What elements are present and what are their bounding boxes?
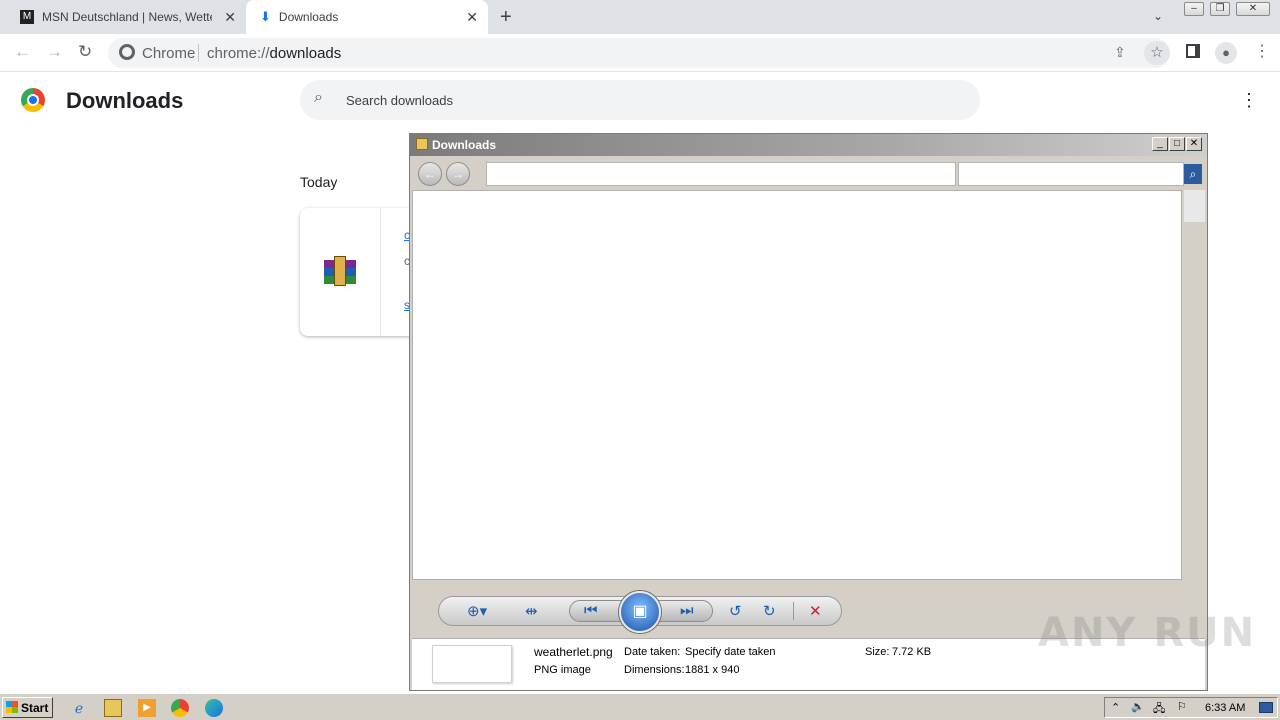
network-icon[interactable]: 🖧 [1153,700,1165,719]
slideshow-button[interactable]: ▣ [619,591,661,633]
tab-strip: M MSN Deutschland | News, Wetter, Sport … [0,0,1280,34]
file-name: weatherlet.png [534,645,613,659]
search-icon: ⌕ [314,89,323,106]
tab-downloads[interactable]: ⬇ Downloads ✕ [246,0,488,34]
card-divider [380,208,381,336]
date-taken-value[interactable]: Specify date taken [685,646,776,658]
folder-icon [416,138,428,150]
winrar-archive-icon [324,256,356,288]
control-divider [793,602,794,620]
file-type: PNG image [534,664,591,676]
windows-logo-icon [6,701,18,713]
profile-avatar-icon[interactable]: ● [1215,42,1237,64]
edge-icon[interactable] [205,699,223,717]
internet-explorer-icon[interactable]: ℯ [70,699,88,717]
taskbar: Start ℯ ▶ ⌃ 🔈 🖧 ⚐ 6:33 AM [0,693,1280,720]
photo-viewer-window: Downloads _ □ ✕ ← → ⌕ ⊕▾ ⇹ ⏮ ⏭ ▣ ↺ ↻ ✕ w… [409,133,1208,691]
omnibox-divider [198,44,199,62]
viewer-navigation-bar: ← → ⌕ [410,156,1207,190]
chrome-taskbar-icon[interactable] [171,699,189,717]
restore-window-button[interactable]: ❐ [1210,2,1230,16]
maximize-button[interactable]: □ [1169,137,1185,151]
side-panel-icon[interactable] [1186,44,1200,58]
file-explorer-icon[interactable] [104,699,122,717]
download-favicon-icon: ⬇ [260,9,271,24]
share-icon[interactable]: ⇪ [1114,44,1126,61]
close-tab-icon[interactable]: ✕ [466,9,478,26]
dimensions-label: Dimensions: [624,664,685,676]
more-actions-icon[interactable]: ⋮ [1240,90,1258,111]
volume-icon[interactable]: 🔈 [1131,700,1145,713]
chrome-site-icon [119,44,135,60]
url-text: chrome://downloads [207,45,342,62]
site-label: Chrome [142,45,196,62]
control-bar: ⊕▾ ⇹ ⏮ ⏭ ▣ ↺ ↻ ✕ [438,591,842,633]
window-titlebar[interactable]: Downloads _ □ ✕ [410,134,1207,156]
tab-search-chevron-icon[interactable]: ⌄ [1153,9,1163,23]
size-value: 7.72 KB [892,646,932,658]
tab-msn[interactable]: M MSN Deutschland | News, Wetter, Sport … [8,0,246,34]
action-center-flag-icon[interactable]: ⚐ [1177,700,1187,713]
start-label: Start [21,701,49,715]
clock[interactable]: 6:33 AM [1205,702,1245,714]
zoom-icon[interactable]: ⊕▾ [467,602,487,620]
image-canvas [412,190,1182,580]
media-player-icon[interactable]: ▶ [138,699,156,717]
close-tab-icon[interactable]: ✕ [224,9,236,26]
forward-arrow-icon[interactable]: → [446,162,470,186]
show-desktop-icon[interactable] [1259,702,1273,713]
msn-favicon-icon: M [20,10,34,24]
download-item-card: c c s [300,208,420,336]
delete-icon[interactable]: ✕ [809,602,822,620]
side-strip [1184,190,1205,222]
search-field[interactable] [958,162,1184,186]
address-bar[interactable]: Chrome chrome://downloads ⇪ ☆ [108,38,1170,68]
image-thumbnail [432,645,512,683]
dimensions-value: 1881 x 940 [685,664,740,676]
close-window-button[interactable]: ✕ [1236,2,1270,16]
new-tab-button[interactable]: + [500,6,512,29]
previous-icon[interactable]: ⏮ [584,602,598,619]
tab-title: Downloads [278,10,339,24]
window-title: Downloads [432,138,497,152]
back-arrow-icon[interactable]: ← [418,162,442,186]
search-downloads-box[interactable]: ⌕ [300,80,980,120]
size-label: Size: [865,646,890,658]
chrome-logo-icon [21,88,45,112]
date-header: Today [300,174,338,190]
watermark: ANY RUN [1038,610,1257,656]
bookmark-star-icon[interactable]: ☆ [1144,41,1170,65]
actual-size-icon[interactable]: ⇹ [525,602,538,620]
rotate-left-icon[interactable]: ↺ [729,602,742,620]
browser-toolbar: ← → ↻ Chrome chrome://downloads ⇪ ☆ ● ⋮ [0,34,1280,72]
forward-arrow-icon[interactable]: → [46,42,63,62]
rotate-right-icon[interactable]: ↻ [763,602,776,620]
search-icon[interactable]: ⌕ [1184,164,1202,184]
minimize-button[interactable]: _ [1152,137,1168,151]
date-taken-label: Date taken: [624,646,681,658]
reload-icon[interactable]: ↻ [78,42,92,62]
tray-expand-icon[interactable]: ⌃ [1111,701,1120,714]
back-arrow-icon[interactable]: ← [14,42,31,62]
page-title: Downloads [66,88,184,113]
start-button[interactable]: Start [2,697,53,718]
minimize-window-button[interactable]: – [1184,2,1204,16]
search-input[interactable] [346,90,946,110]
system-tray: ⌃ 🔈 🖧 ⚐ 6:33 AM [1104,697,1278,718]
tab-title: MSN Deutschland | News, Wetter, Sport [42,10,212,24]
close-button[interactable]: ✕ [1186,137,1202,151]
address-field[interactable] [486,162,956,186]
chrome-menu-icon[interactable]: ⋮ [1254,41,1270,61]
next-icon[interactable]: ⏭ [680,602,694,619]
